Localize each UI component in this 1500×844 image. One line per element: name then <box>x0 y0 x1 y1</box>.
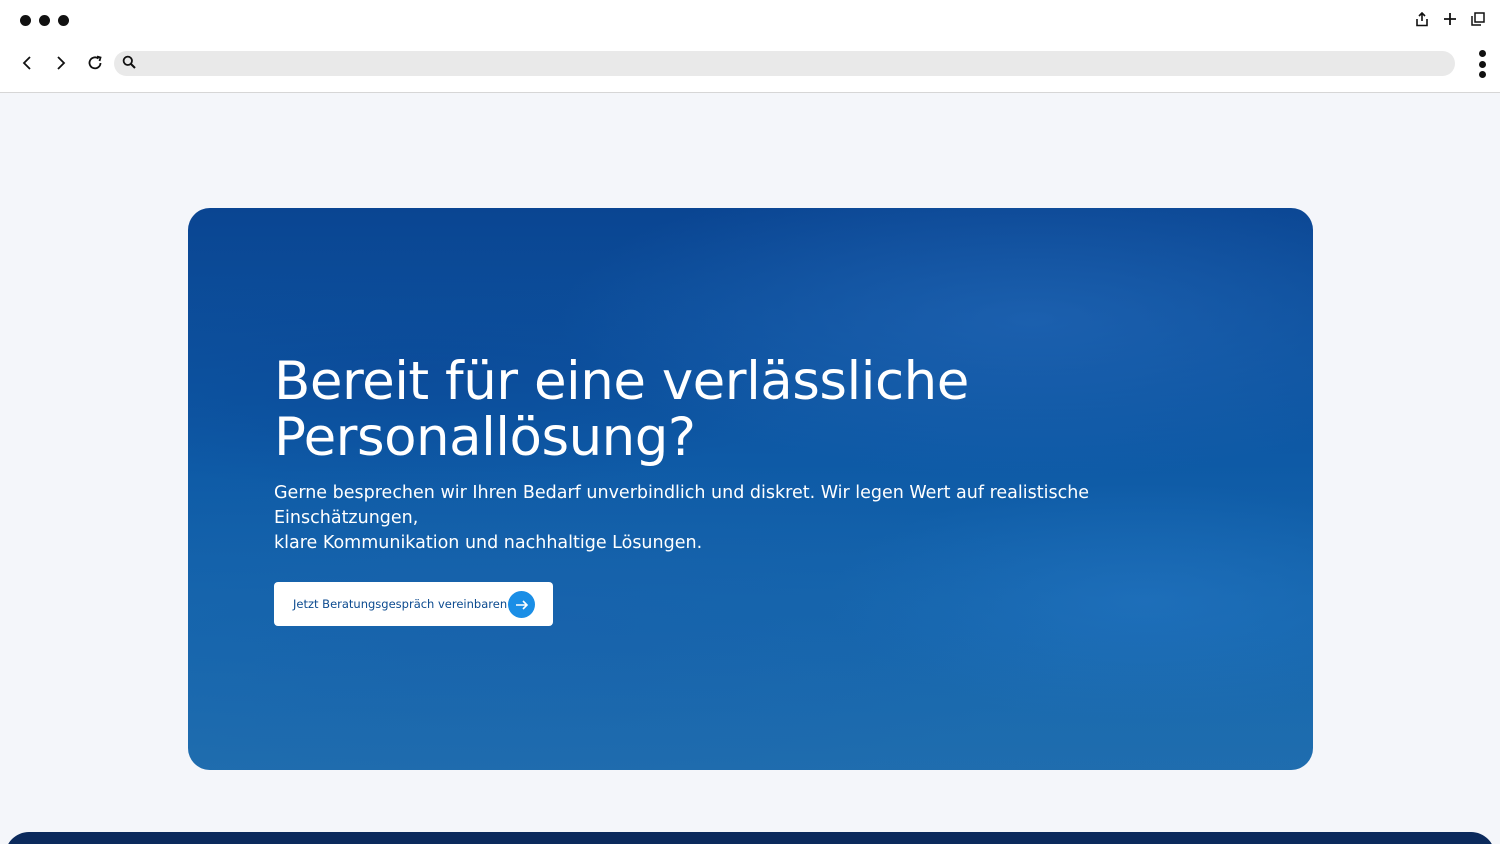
share-icon[interactable] <box>1414 11 1430 27</box>
cta-hero-card: Bereit für eine verlässliche Personallös… <box>188 208 1313 770</box>
hero-subtitle-line2: klare Kommunikation und nachhaltige Lösu… <box>274 533 703 553</box>
next-section-peek <box>5 832 1495 844</box>
new-tab-icon[interactable] <box>1442 11 1458 27</box>
window-dot-minimize[interactable] <box>39 15 50 26</box>
tabs-overview-icon[interactable] <box>1470 11 1486 27</box>
window-dot-close[interactable] <box>20 15 31 26</box>
hero-title-line1: Bereit für eine verlässliche <box>274 351 969 412</box>
window-dot-maximize[interactable] <box>58 15 69 26</box>
hero-subtitle-line1: Gerne besprechen wir Ihren Bedarf unverb… <box>274 483 1090 528</box>
back-icon[interactable] <box>16 51 38 75</box>
arrow-right-icon <box>508 591 535 618</box>
window-actions <box>1414 11 1486 27</box>
hero-title-line2: Personallösung? <box>274 407 696 468</box>
hero-subtitle: Gerne besprechen wir Ihren Bedarf unverb… <box>274 481 1234 556</box>
book-consultation-button[interactable]: Jetzt Beratungsgespräch vereinbaren <box>274 582 553 626</box>
browser-chrome <box>0 0 1500 93</box>
cta-label: Jetzt Beratungsgespräch vereinbaren <box>293 597 508 611</box>
menu-kebab-icon[interactable] <box>1476 50 1488 78</box>
reload-icon[interactable] <box>84 51 106 75</box>
hero-title: Bereit für eine verlässliche Personallös… <box>274 354 1174 466</box>
navigation-buttons <box>16 51 106 75</box>
forward-icon[interactable] <box>50 51 72 75</box>
address-bar[interactable] <box>114 51 1455 76</box>
search-icon <box>122 54 136 73</box>
window-controls <box>20 15 69 26</box>
